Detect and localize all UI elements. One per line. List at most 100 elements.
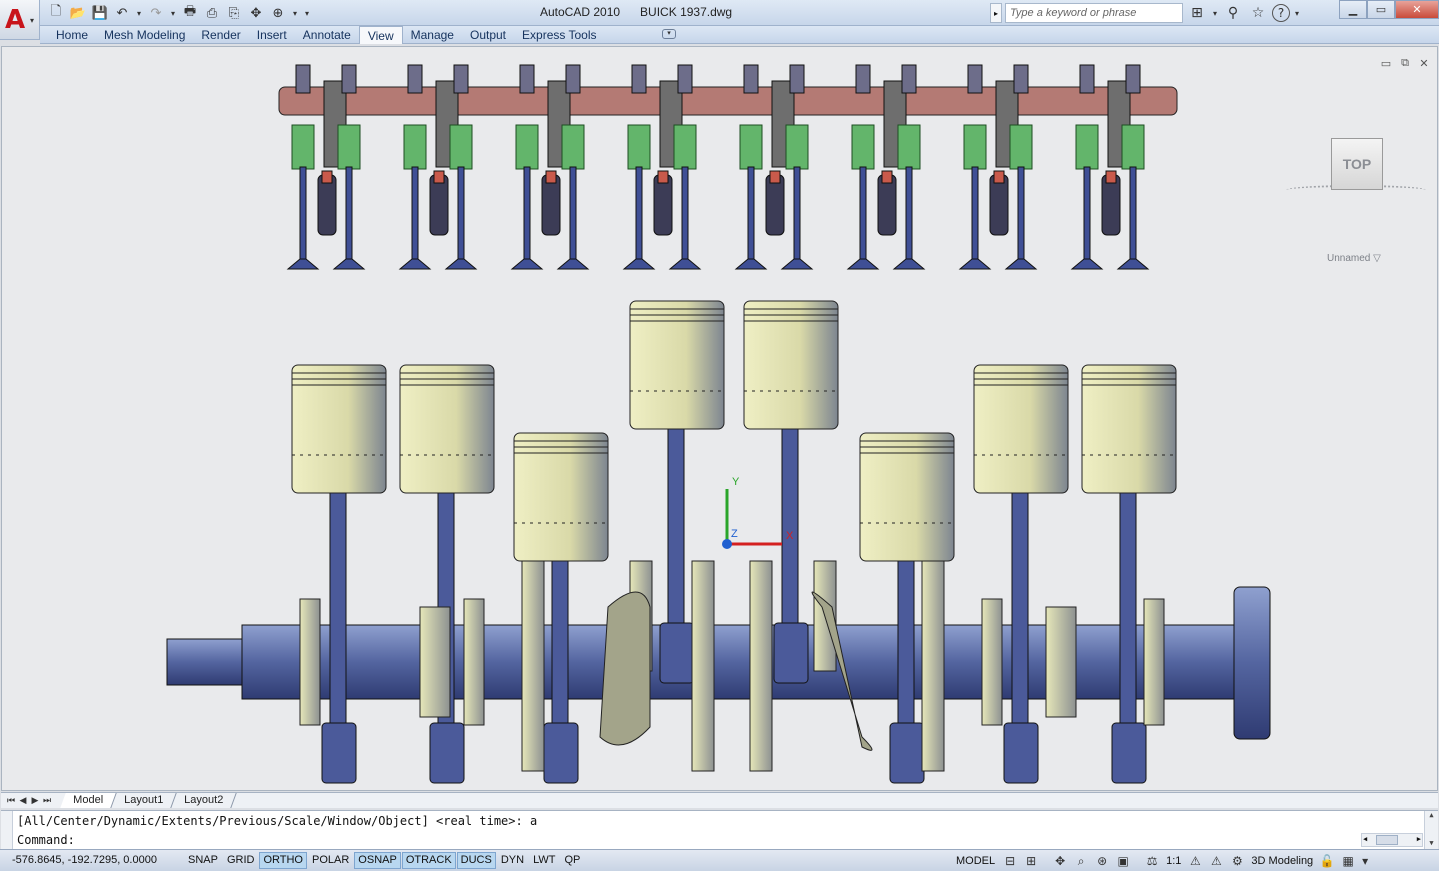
ducs-toggle[interactable]: DUCS <box>456 852 496 869</box>
lwt-toggle[interactable]: LWT <box>529 852 559 869</box>
scroll-right-icon[interactable]: ▶ <box>1417 835 1421 843</box>
dyn-toggle[interactable]: DYN <box>497 852 528 869</box>
publish-icon[interactable]: ⎘ <box>224 3 244 23</box>
valve-head <box>1004 258 1038 270</box>
restore-icon[interactable]: ▭ <box>1367 0 1395 19</box>
communication-center-icon[interactable]: ⚲ <box>1222 3 1244 23</box>
last-layout-icon[interactable]: ⏭ <box>41 793 53 808</box>
model-space-button[interactable]: MODEL <box>953 854 998 868</box>
orbit-icon[interactable]: ⊕ <box>268 3 288 23</box>
ucs-origin <box>722 539 732 549</box>
status-menu-icon[interactable]: ▾ <box>1360 853 1370 870</box>
snap-toggle[interactable]: SNAP <box>184 852 222 869</box>
viewport-minimize-icon[interactable]: ▭ <box>1379 57 1393 70</box>
osnap-toggle[interactable]: OSNAP <box>354 852 401 869</box>
tab-manage[interactable]: Manage <box>403 26 462 44</box>
scroll-up-icon[interactable]: ▲ <box>1425 811 1438 819</box>
polar-toggle[interactable]: POLAR <box>308 852 353 869</box>
workspace-menu[interactable]: 3D Modeling <box>1249 855 1315 867</box>
crank-web <box>463 598 485 726</box>
layout-viewports-icon[interactable]: ⊞ <box>1022 853 1040 870</box>
open-icon[interactable]: 📂 <box>68 3 88 23</box>
scroll-down-icon[interactable]: ▼ <box>1425 839 1438 847</box>
crank-web <box>299 598 321 726</box>
drawing-viewport[interactable]: X Y Z ▭ ⧉ ✕ TOP Unnamed ▽ <box>1 46 1438 791</box>
viewport-close-icon[interactable]: ✕ <box>1417 57 1431 70</box>
workspace-switch-icon[interactable]: ⚙ <box>1228 853 1246 870</box>
first-layout-icon[interactable]: ⏮ <box>5 793 17 808</box>
tab-view[interactable]: View <box>358 26 403 44</box>
tab-output[interactable]: Output <box>462 26 514 44</box>
toolbar-lock-icon[interactable]: 🔓 <box>1318 853 1336 870</box>
favorites-icon[interactable]: ☆ <box>1247 3 1269 23</box>
search-input[interactable] <box>1005 3 1183 23</box>
annotation-visibility-icon[interactable]: ⚠ <box>1186 853 1204 870</box>
save-icon[interactable]: 💾 <box>90 3 110 23</box>
tab-express-tools[interactable]: Express Tools <box>514 26 604 44</box>
counterweight <box>599 591 651 746</box>
tab-insert[interactable]: Insert <box>249 26 295 44</box>
orbit-dropdown-icon[interactable]: ▾ <box>290 3 300 23</box>
valve-rocker <box>453 64 469 94</box>
help-icon[interactable]: ? <box>1272 4 1290 22</box>
command-input[interactable] <box>85 831 1345 848</box>
annotation-scale-icon[interactable]: ⚖ <box>1143 853 1161 870</box>
tab-home[interactable]: Home <box>48 26 96 44</box>
search-dropdown-icon[interactable]: ▾ <box>1211 3 1219 23</box>
plot-preview-icon[interactable]: ⎙ <box>202 3 222 23</box>
valve-stem <box>299 166 307 264</box>
plot-icon[interactable]: 🖶 <box>180 3 200 23</box>
redo-icon[interactable]: ↷ <box>146 3 166 23</box>
pan-icon[interactable]: ✥ <box>246 3 266 23</box>
tab-annotate[interactable]: Annotate <box>295 26 359 44</box>
next-layout-icon[interactable]: ▶ <box>29 793 41 808</box>
new-icon[interactable]: 🗋 <box>46 3 66 23</box>
steering-wheel-icon[interactable]: ⊛ <box>1093 853 1111 870</box>
autoscale-icon[interactable]: ⚠ <box>1207 853 1225 870</box>
tab-layout1[interactable]: Layout1 <box>111 793 177 808</box>
showmotion-icon[interactable]: ▣ <box>1114 853 1132 870</box>
tab-model[interactable]: Model <box>60 793 117 808</box>
scroll-left-icon[interactable]: ◀ <box>1363 835 1367 843</box>
tab-layout2[interactable]: Layout2 <box>171 793 238 808</box>
ortho-toggle[interactable]: ORTHO <box>259 852 307 869</box>
help-dropdown-icon[interactable]: ▾ <box>1293 3 1301 23</box>
redo-dropdown-icon[interactable]: ▾ <box>168 3 178 23</box>
spark-plug <box>653 174 673 236</box>
minimize-icon[interactable]: ▁ <box>1339 0 1367 19</box>
close-icon[interactable]: ✕ <box>1395 0 1439 19</box>
pan-icon[interactable]: ✥ <box>1051 853 1069 870</box>
prev-layout-icon[interactable]: ◀ <box>17 793 29 808</box>
qp-toggle[interactable]: QP <box>560 852 584 869</box>
valve-stem <box>971 166 979 264</box>
spark-plug-tip <box>881 170 893 184</box>
valve-spring <box>673 124 697 170</box>
rod-big-end <box>889 722 925 784</box>
coordinate-display[interactable]: -576.8645, -192.7295, 0.0000 <box>12 854 157 866</box>
valve-spring <box>897 124 921 170</box>
binoculars-icon[interactable]: ⊞ <box>1186 3 1208 23</box>
command-window-grip[interactable] <box>1 811 13 850</box>
valve-stem <box>1083 166 1091 264</box>
expand-search-icon[interactable]: ▸ <box>990 3 1002 23</box>
grid-toggle[interactable]: GRID <box>223 852 259 869</box>
customize-qat-icon[interactable]: ▾ <box>302 3 312 23</box>
command-hscrollbar[interactable]: ◀ ▶ <box>1361 833 1423 847</box>
clean-screen-icon[interactable]: ▦ <box>1339 853 1357 870</box>
ucs-menu[interactable]: Unnamed ▽ <box>1327 253 1381 264</box>
otrack-toggle[interactable]: OTRACK <box>401 852 456 869</box>
command-hscroll-thumb[interactable] <box>1376 835 1398 845</box>
tab-mesh-modeling[interactable]: Mesh Modeling <box>96 26 193 44</box>
command-vscrollbar[interactable]: ▲ ▼ <box>1424 811 1438 850</box>
annotation-scale-value[interactable]: 1:1 <box>1164 855 1183 867</box>
viewport-restore-icon[interactable]: ⧉ <box>1398 56 1412 69</box>
undo-dropdown-icon[interactable]: ▾ <box>134 3 144 23</box>
zoom-icon[interactable]: ⌕ <box>1072 853 1090 870</box>
application-menu-button[interactable]: A ▾ <box>0 0 40 40</box>
model-viewports-icon[interactable]: ⊟ <box>1001 853 1019 870</box>
viewcube[interactable]: TOP <box>1331 138 1383 190</box>
ribbon-minimize-icon[interactable]: ▾ <box>662 29 676 39</box>
undo-icon[interactable]: ↶ <box>112 3 132 23</box>
tab-render[interactable]: Render <box>193 26 248 44</box>
spark-plug-tip <box>1105 170 1117 184</box>
